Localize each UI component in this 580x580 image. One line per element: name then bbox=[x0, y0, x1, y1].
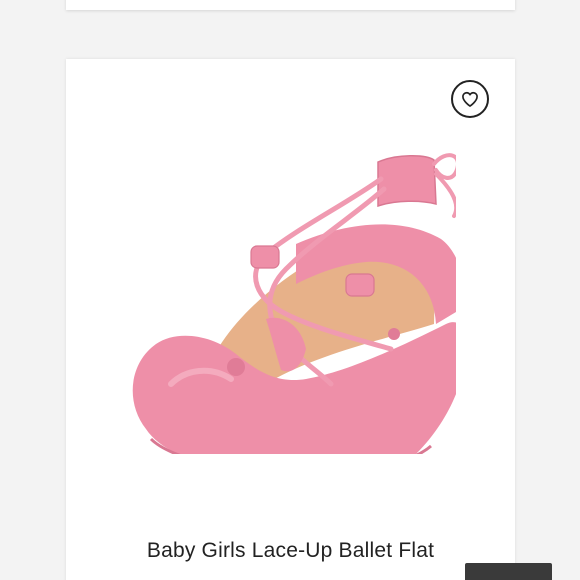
lace-end bbox=[434, 172, 456, 218]
heart-icon bbox=[462, 91, 478, 107]
bottom-dark-tab[interactable] bbox=[465, 563, 552, 580]
heel-tab bbox=[377, 155, 437, 208]
product-card[interactable]: Baby Girls Lace-Up Ballet Flat bbox=[66, 59, 515, 580]
rivet-left bbox=[227, 358, 245, 376]
product-title[interactable]: Baby Girls Lace-Up Ballet Flat bbox=[66, 539, 515, 563]
previous-listing-card[interactable] bbox=[66, 0, 515, 10]
product-listing-page: Baby Girls Lace-Up Ballet Flat bbox=[0, 0, 580, 580]
product-image[interactable] bbox=[116, 134, 456, 454]
favorite-button[interactable] bbox=[451, 80, 489, 118]
lace-loop-left bbox=[250, 245, 280, 269]
lace-loop-right bbox=[345, 273, 375, 297]
rivet-right bbox=[388, 328, 400, 340]
